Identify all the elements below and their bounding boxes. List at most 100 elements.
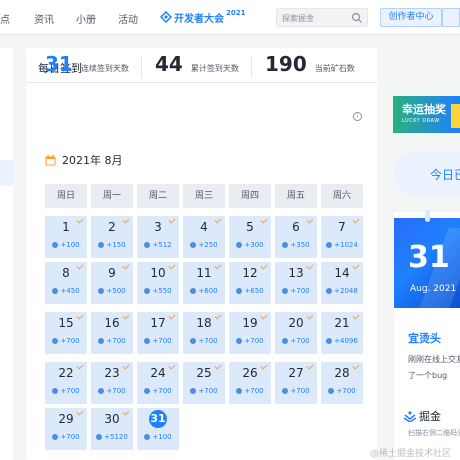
calendar-day[interactable]: 21 +4096 xyxy=(321,312,363,354)
day-reward: +250 xyxy=(183,241,225,249)
calendar-day[interactable]: 1 +100 xyxy=(45,216,87,258)
reward-amount: +700 xyxy=(106,387,126,395)
ore-icon xyxy=(144,288,151,294)
pin-icon xyxy=(425,210,430,222)
day-reward: +300 xyxy=(229,241,271,249)
day-reward: +700 xyxy=(275,287,317,295)
stat-value: 44 xyxy=(155,52,183,76)
calendar-day[interactable]: 27 +700 xyxy=(275,362,317,404)
calendar-day[interactable]: 12 +650 xyxy=(229,262,271,304)
calendar-day[interactable]: 9 +500 xyxy=(91,262,133,304)
day-reward: +1024 xyxy=(321,241,363,249)
calendar-day[interactable]: 7 +1024 xyxy=(321,216,363,258)
day-reward: +700 xyxy=(183,337,225,345)
juejin-logo-icon xyxy=(404,411,416,422)
ore-icon xyxy=(190,288,197,294)
sidebar-active-item[interactable] xyxy=(0,160,13,186)
day-reward: +650 xyxy=(229,287,271,295)
calendar-day[interactable]: 10 +550 xyxy=(137,262,179,304)
day-reward: +150 xyxy=(91,241,133,249)
calendar-day[interactable]: 15 +700 xyxy=(45,312,87,354)
calendar-day[interactable]: 5 +300 xyxy=(229,216,271,258)
weekday-header: 周四 xyxy=(229,184,271,208)
day-reward: +700 xyxy=(45,337,87,345)
calendar-day[interactable]: 30 +5120 xyxy=(91,408,133,450)
stat-divider xyxy=(141,56,142,78)
reward-amount: +700 xyxy=(290,287,310,295)
left-sidebar xyxy=(0,48,13,460)
search-icon[interactable] xyxy=(351,12,363,24)
calendar-day[interactable]: 22 +700 xyxy=(45,362,87,404)
ore-icon xyxy=(326,242,333,248)
reward-amount: +700 xyxy=(60,337,80,345)
nav-booklets[interactable]: 小册 xyxy=(76,11,96,26)
creator-menu-toggle[interactable] xyxy=(442,8,460,27)
ore-icon xyxy=(236,288,243,294)
ore-icon xyxy=(96,434,103,440)
calendar-day[interactable]: 8 +450 xyxy=(45,262,87,304)
calendar-day[interactable]: 23 +700 xyxy=(91,362,133,404)
reward-amount: +600 xyxy=(198,287,218,295)
ore-icon xyxy=(282,242,289,248)
calendar-day[interactable]: 4 +250 xyxy=(183,216,225,258)
ore-icon xyxy=(144,338,151,344)
lucky-draw-subtitle: LUCKY DRAW xyxy=(402,118,440,124)
lucky-draw-banner[interactable]: 幸运抽奖 LUCKY DRAW xyxy=(393,96,460,133)
calendar-day[interactable]: 14 +2048 xyxy=(321,262,363,304)
reward-amount: +512 xyxy=(152,241,172,249)
day-reward: +700 xyxy=(229,337,271,345)
calendar-day[interactable]: 28 +700 xyxy=(321,362,363,404)
nav-events[interactable]: 活动 xyxy=(118,11,138,26)
creator-center-button[interactable]: 创作者中心 xyxy=(380,8,442,27)
reward-amount: +700 xyxy=(198,337,218,345)
calendar-day[interactable]: 19 +700 xyxy=(229,312,271,354)
calendar-day[interactable]: 16 +700 xyxy=(91,312,133,354)
stat-label: 当前矿石数 xyxy=(314,64,355,73)
dev-conference-link[interactable]: 开发者大会 2021 xyxy=(160,8,245,26)
day-reward: +450 xyxy=(45,287,87,295)
nav-hot[interactable]: 热点 xyxy=(0,11,10,26)
calendar-day[interactable]: 6 +350 xyxy=(275,216,317,258)
calendar-month: 2021年 8月 xyxy=(62,154,123,167)
ore-icon xyxy=(98,338,105,344)
conference-name: 开发者大会 xyxy=(174,13,224,25)
calendar-day[interactable]: 20 +700 xyxy=(275,312,317,354)
stat-consecutive-days: 31 连续签到天数 xyxy=(45,52,129,76)
calendar-day[interactable]: 3 +512 xyxy=(137,216,179,258)
calendar-day[interactable]: 26 +700 xyxy=(229,362,271,404)
calendar-day[interactable]: 17 +700 xyxy=(137,312,179,354)
ore-icon xyxy=(236,388,243,394)
ore-icon xyxy=(52,242,59,248)
day-reward: +700 xyxy=(275,387,317,395)
calendar-day[interactable]: 25 +700 xyxy=(183,362,225,404)
reward-amount: +700 xyxy=(106,337,126,345)
info-icon[interactable]: i xyxy=(353,112,362,121)
reward-amount: +700 xyxy=(152,337,172,345)
ore-icon xyxy=(52,434,59,440)
calendar-day[interactable]: 31 +100 xyxy=(137,408,179,450)
reward-amount: +700 xyxy=(60,433,80,441)
day-reward: +700 xyxy=(183,387,225,395)
calendar-day[interactable]: 2 +150 xyxy=(91,216,133,258)
ore-icon xyxy=(98,388,105,394)
calendar-day[interactable]: 29 +700 xyxy=(45,408,87,450)
nav-news[interactable]: 资讯 xyxy=(34,11,54,26)
calendar-day[interactable]: 13 +700 xyxy=(275,262,317,304)
calendar-day[interactable]: 24 +700 xyxy=(137,362,179,404)
day-reward: +600 xyxy=(183,287,225,295)
watermark: @稀土掘金技术社区 xyxy=(370,449,452,459)
weekday-header: 周日 xyxy=(45,184,87,208)
calendar-header: 2021年 8月 xyxy=(45,152,123,168)
weekday-header: 周五 xyxy=(275,184,317,208)
brand-name: 掘金 xyxy=(419,410,441,423)
reward-amount: +100 xyxy=(152,433,172,441)
search-input[interactable] xyxy=(282,12,347,24)
calendar-day[interactable]: 11 +600 xyxy=(183,262,225,304)
weekday-header: 周六 xyxy=(321,184,363,208)
calendar-day[interactable]: 18 +700 xyxy=(183,312,225,354)
today-signed-button[interactable]: 今日已 xyxy=(394,152,460,196)
share-day-number: 31 xyxy=(408,240,450,275)
lucky-draw-title: 幸运抽奖 xyxy=(402,103,446,116)
day-reward: +700 xyxy=(91,387,133,395)
day-reward: +512 xyxy=(137,241,179,249)
